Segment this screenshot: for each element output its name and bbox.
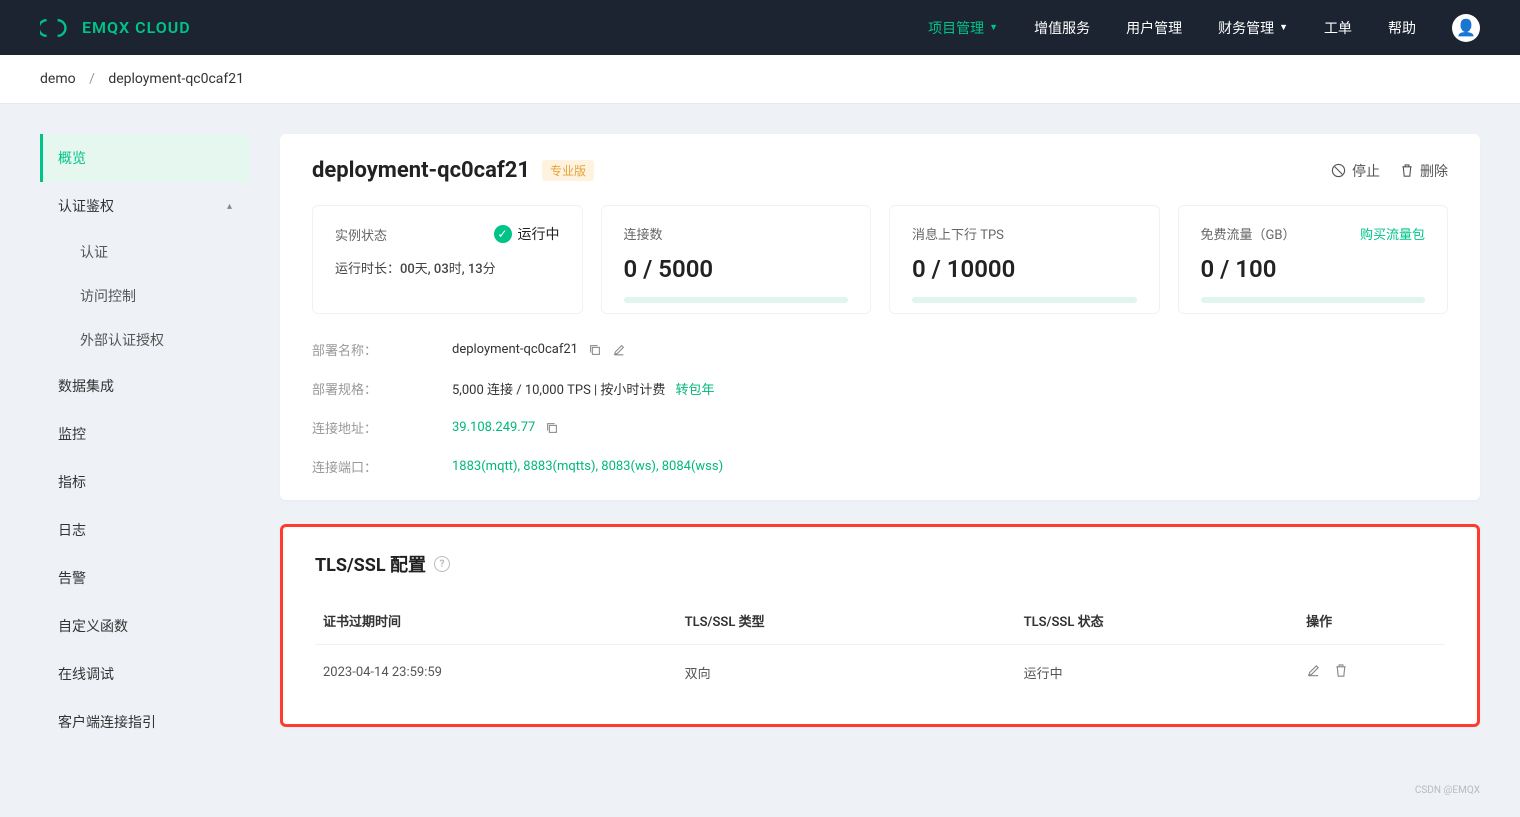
stat-connections: 连接数 0 / 5000: [601, 205, 872, 314]
sidebar-item-auth[interactable]: 认证鉴权▴: [40, 182, 250, 230]
sidebar-item-client-guide[interactable]: 客户端连接指引: [40, 698, 250, 746]
sidebar-item-custom-fn[interactable]: 自定义函数: [40, 602, 250, 650]
sidebar-item-overview[interactable]: 概览: [40, 134, 250, 182]
tls-table: 证书过期时间 TLS/SSL 类型 TLS/SSL 状态 操作 2023-04-…: [315, 597, 1445, 700]
brand-logo[interactable]: EMQX CLOUD: [40, 17, 191, 39]
stat-status: 实例状态 ✓运行中 运行时长：00天, 03时, 13分: [312, 205, 583, 314]
sidebar-item-debug[interactable]: 在线调试: [40, 650, 250, 698]
tls-section-title: TLS/SSL 配置 ?: [315, 551, 1445, 577]
help-icon[interactable]: ?: [434, 556, 450, 572]
breadcrumb-root[interactable]: demo: [40, 71, 76, 87]
stop-icon: [1331, 163, 1346, 178]
breadcrumb: demo / deployment-qc0caf21: [0, 55, 1520, 104]
stop-button[interactable]: 停止: [1331, 161, 1380, 181]
nav-project-mgmt[interactable]: 项目管理▼: [928, 18, 998, 38]
watermark: CSDN @EMQX: [0, 781, 1520, 800]
delete-button[interactable]: 删除: [1400, 161, 1448, 181]
info-name: 部署名称： deployment-qc0caf21: [312, 340, 1448, 359]
sidebar: 概览 认证鉴权▴ 认证 访问控制 外部认证授权 数据集成 监控 指标 日志 告警…: [40, 134, 250, 746]
edit-icon[interactable]: [612, 343, 626, 357]
check-icon: ✓: [494, 225, 512, 243]
overview-card: deployment-qc0caf21 专业版 停止 删除 实例状态 ✓运行中 …: [280, 134, 1480, 500]
info-spec: 部署规格： 5,000 连接 / 10,000 TPS | 按小时计费转包年: [312, 379, 1448, 398]
sidebar-sub-extauth[interactable]: 外部认证授权: [40, 318, 250, 362]
top-header: EMQX CLOUD 项目管理▼ 增值服务 用户管理 财务管理▼ 工单 帮助 👤: [0, 0, 1520, 55]
tls-config-card: TLS/SSL 配置 ? 证书过期时间 TLS/SSL 类型 TLS/SSL 状…: [280, 524, 1480, 727]
nav-user-mgmt[interactable]: 用户管理: [1126, 18, 1182, 38]
copy-icon[interactable]: [545, 421, 559, 435]
avatar[interactable]: 👤: [1452, 14, 1480, 42]
nav-help[interactable]: 帮助: [1388, 18, 1416, 38]
col-type: TLS/SSL 类型: [677, 597, 1016, 645]
emqx-logo-icon: [40, 17, 72, 39]
deployment-title: deployment-qc0caf21 专业版: [312, 158, 594, 183]
stat-tps: 消息上下行 TPS 0 / 10000: [889, 205, 1160, 314]
nav-vas[interactable]: 增值服务: [1034, 18, 1090, 38]
chevron-up-icon: ▴: [227, 201, 232, 212]
trash-icon: [1400, 163, 1414, 178]
edit-icon[interactable]: [1306, 663, 1321, 678]
sidebar-item-logs[interactable]: 日志: [40, 506, 250, 554]
info-ports: 连接端口： 1883(mqtt), 8883(mqtts), 8083(ws),…: [312, 457, 1448, 476]
chevron-down-icon: ▼: [1279, 22, 1288, 33]
trash-icon[interactable]: [1334, 663, 1348, 678]
brand-text: EMQX CLOUD: [82, 18, 191, 37]
sidebar-item-integration[interactable]: 数据集成: [40, 362, 250, 410]
breadcrumb-current: deployment-qc0caf21: [108, 71, 244, 87]
sidebar-sub-authn[interactable]: 认证: [40, 230, 250, 274]
copy-icon[interactable]: [588, 343, 602, 357]
chevron-down-icon: ▼: [989, 22, 998, 33]
col-status: TLS/SSL 状态: [1016, 597, 1299, 645]
sidebar-item-metrics[interactable]: 指标: [40, 458, 250, 506]
col-action: 操作: [1298, 597, 1445, 645]
sidebar-item-alarm[interactable]: 告警: [40, 554, 250, 602]
plan-badge: 专业版: [542, 160, 594, 181]
nav-ticket[interactable]: 工单: [1324, 18, 1352, 38]
convert-yearly-link[interactable]: 转包年: [675, 379, 714, 398]
stat-traffic: 免费流量（GB）购买流量包 0 / 100: [1178, 205, 1449, 314]
sidebar-sub-acl[interactable]: 访问控制: [40, 274, 250, 318]
table-row: 2023-04-14 23:59:59 双向 运行中: [315, 645, 1445, 701]
buy-traffic-link[interactable]: 购买流量包: [1360, 224, 1425, 243]
info-address: 连接地址： 39.108.249.77: [312, 418, 1448, 437]
sidebar-item-monitor[interactable]: 监控: [40, 410, 250, 458]
top-nav: 项目管理▼ 增值服务 用户管理 财务管理▼ 工单 帮助 👤: [928, 14, 1480, 42]
col-expire: 证书过期时间: [315, 597, 677, 645]
nav-finance[interactable]: 财务管理▼: [1218, 18, 1288, 38]
